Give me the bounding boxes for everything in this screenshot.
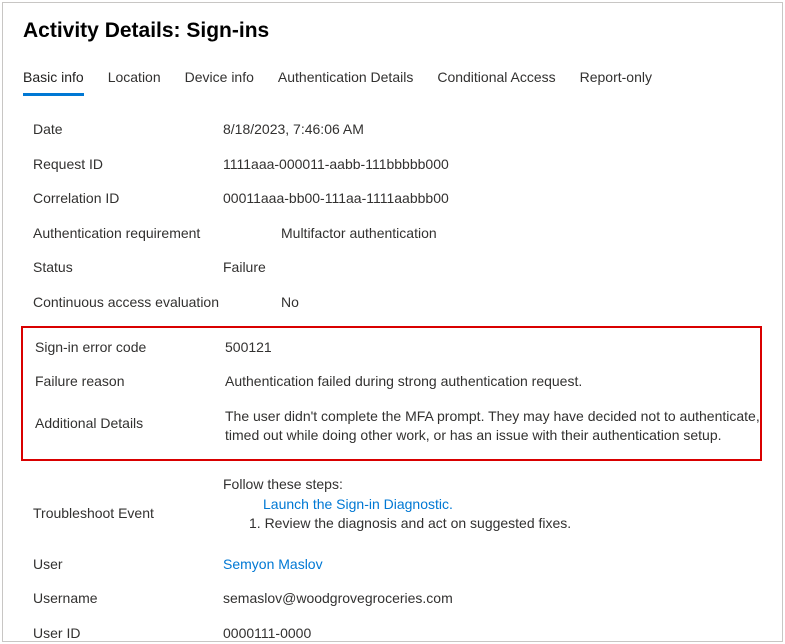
- tab-authentication-details[interactable]: Authentication Details: [278, 63, 413, 96]
- label-user: User: [33, 556, 223, 572]
- highlighted-error-group: Sign-in error code 500121 Failure reason…: [21, 326, 762, 461]
- row-date: Date 8/18/2023, 7:46:06 AM: [23, 114, 762, 149]
- value-correlation-id: 00011aaa-bb00-111aa-1111aabbb00: [223, 189, 762, 209]
- row-auth-requirement: Authentication requirement Multifactor a…: [23, 218, 762, 253]
- value-troubleshoot: Follow these steps: Launch the Sign-in D…: [223, 475, 762, 534]
- value-cae: No: [281, 293, 762, 313]
- row-troubleshoot: Troubleshoot Event Follow these steps: L…: [23, 469, 762, 543]
- value-additional-details: The user didn't complete the MFA prompt.…: [225, 407, 760, 446]
- tabs: Basic info Location Device info Authenti…: [23, 63, 762, 96]
- row-failure-reason: Failure reason Authentication failed dur…: [23, 366, 760, 401]
- tab-basic-info[interactable]: Basic info: [23, 63, 84, 96]
- row-additional-details: Additional Details The user didn't compl…: [23, 401, 760, 455]
- value-auth-requirement: Multifactor authentication: [281, 224, 762, 244]
- row-username: Username semaslov@woodgrovegroceries.com: [23, 583, 762, 618]
- tab-location[interactable]: Location: [108, 63, 161, 96]
- details-list: Date 8/18/2023, 7:46:06 AM Request ID 11…: [23, 114, 762, 642]
- user-link[interactable]: Semyon Maslov: [223, 556, 323, 572]
- label-additional-details: Additional Details: [35, 407, 225, 431]
- value-user-id: 0000111-0000: [223, 624, 762, 642]
- value-error-code: 500121: [225, 338, 760, 358]
- row-correlation-id: Correlation ID 00011aaa-bb00-111aa-1111a…: [23, 183, 762, 218]
- label-auth-requirement: Authentication requirement: [33, 225, 281, 241]
- value-request-id: 1111aaa-000011-aabb-111bbbbb000: [223, 155, 762, 175]
- label-status: Status: [33, 259, 223, 275]
- troubleshoot-intro: Follow these steps:: [223, 476, 343, 492]
- activity-details-panel: Activity Details: Sign-ins Basic info Lo…: [2, 2, 783, 642]
- row-user: User Semyon Maslov: [23, 549, 762, 584]
- troubleshoot-step-1: 1. Review the diagnosis and act on sugge…: [249, 514, 762, 534]
- row-error-code: Sign-in error code 500121: [23, 332, 760, 367]
- label-error-code: Sign-in error code: [35, 339, 225, 355]
- row-request-id: Request ID 1111aaa-000011-aabb-111bbbbb0…: [23, 149, 762, 184]
- tab-device-info[interactable]: Device info: [185, 63, 254, 96]
- label-date: Date: [33, 121, 223, 137]
- label-user-id: User ID: [33, 625, 223, 641]
- tab-conditional-access[interactable]: Conditional Access: [437, 63, 555, 96]
- row-cae: Continuous access evaluation No: [23, 287, 762, 322]
- label-cae: Continuous access evaluation: [33, 294, 281, 310]
- row-user-id: User ID 0000111-0000: [23, 618, 762, 642]
- row-status: Status Failure: [23, 252, 762, 287]
- label-failure-reason: Failure reason: [35, 373, 225, 389]
- value-username: semaslov@woodgrovegroceries.com: [223, 589, 762, 609]
- tab-report-only[interactable]: Report-only: [580, 63, 652, 96]
- value-failure-reason: Authentication failed during strong auth…: [225, 372, 760, 392]
- value-status: Failure: [223, 258, 762, 278]
- label-troubleshoot: Troubleshoot Event: [33, 475, 223, 521]
- label-correlation-id: Correlation ID: [33, 190, 223, 206]
- value-date: 8/18/2023, 7:46:06 AM: [223, 120, 762, 140]
- launch-diagnostic-link[interactable]: Launch the Sign-in Diagnostic.: [263, 495, 762, 515]
- label-username: Username: [33, 590, 223, 606]
- label-request-id: Request ID: [33, 156, 223, 172]
- panel-title: Activity Details: Sign-ins: [23, 19, 762, 43]
